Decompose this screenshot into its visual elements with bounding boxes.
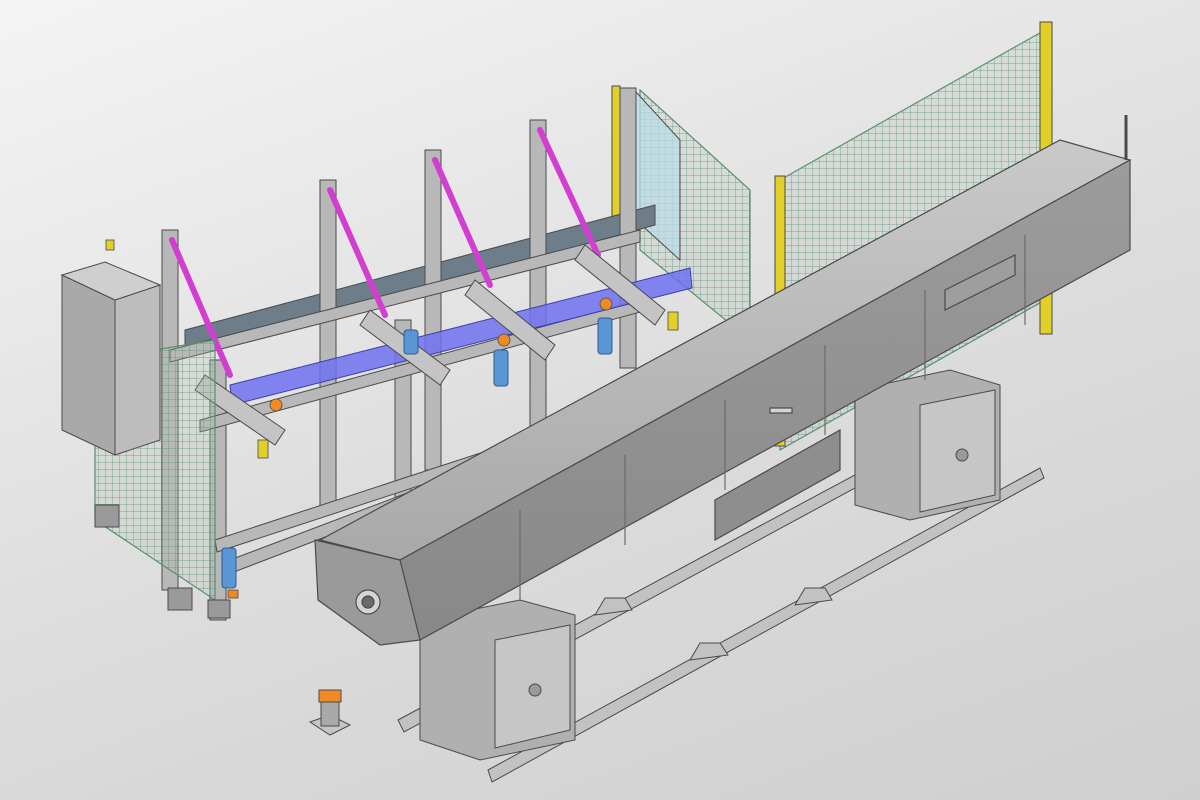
cad-viewport[interactable] bbox=[0, 0, 1200, 800]
floor-rail-bump-2 bbox=[689, 642, 729, 661]
orange-marker-4 bbox=[227, 589, 239, 599]
floor-rail-bump-1 bbox=[594, 597, 633, 616]
sensor-post-cap bbox=[318, 689, 342, 703]
cabinet-front bbox=[61, 274, 116, 456]
rack-upright-2 bbox=[319, 179, 337, 511]
drive-motor-3 bbox=[493, 349, 509, 387]
housing-handle bbox=[769, 407, 793, 414]
control-cabinet bbox=[60, 261, 162, 456]
drive-motor-1 bbox=[221, 547, 237, 589]
pedestal-rear-badge bbox=[955, 448, 969, 462]
foot-pad-1 bbox=[94, 504, 120, 528]
orange-marker-1 bbox=[269, 398, 283, 412]
orange-marker-2 bbox=[497, 333, 511, 347]
sensor-post-body bbox=[320, 699, 340, 727]
yellow-clamp-1 bbox=[257, 439, 269, 459]
sensor-post bbox=[308, 689, 352, 736]
cad-assembly-drawing bbox=[60, 21, 1132, 783]
orange-marker-3 bbox=[599, 297, 613, 311]
rack-upright-3 bbox=[424, 149, 442, 471]
drive-motor-4 bbox=[597, 317, 613, 355]
drive-motor-2 bbox=[403, 329, 419, 355]
rack-upright-4 bbox=[529, 119, 547, 431]
housing-side bbox=[399, 158, 1131, 641]
rack-upright-5 bbox=[619, 87, 637, 369]
foot-pad-3 bbox=[207, 599, 231, 619]
yellow-clamp-3 bbox=[105, 239, 115, 251]
foot-pad-2 bbox=[167, 587, 193, 611]
yellow-clamp-2 bbox=[667, 311, 679, 331]
cabinet-side bbox=[114, 284, 161, 456]
pedestal-front-badge bbox=[528, 683, 542, 697]
spindle-port-inner bbox=[361, 595, 375, 609]
floor-rail-bump-3 bbox=[794, 587, 833, 606]
fence-post-left bbox=[611, 85, 621, 227]
